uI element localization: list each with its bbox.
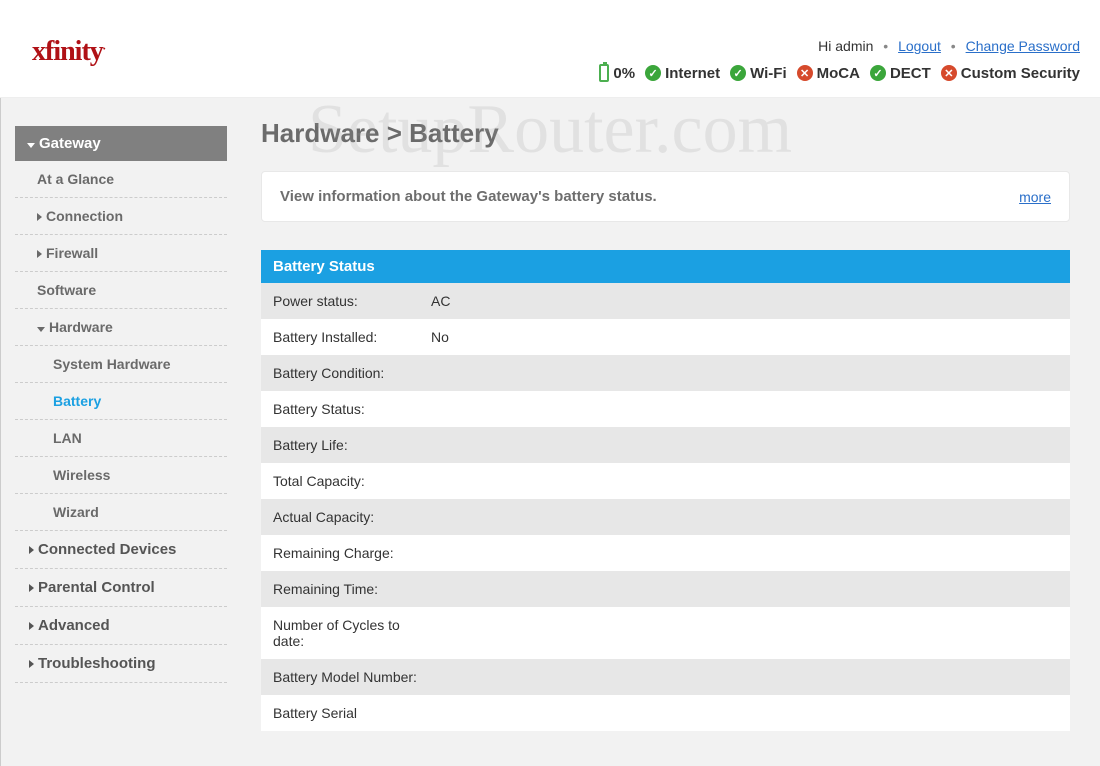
- check-icon: ✓: [645, 65, 661, 81]
- caret-right-icon: [29, 546, 34, 554]
- status-dect: ✓DECT: [870, 65, 931, 82]
- row-label: Battery Status:: [273, 401, 431, 417]
- row-label: Remaining Time:: [273, 581, 431, 597]
- change-password-link[interactable]: Change Password: [966, 38, 1080, 54]
- row-label: Power status:: [273, 293, 431, 309]
- caret-right-icon: [29, 584, 34, 592]
- info-text: View information about the Gateway's bat…: [280, 188, 657, 205]
- row-label: Battery Life:: [273, 437, 431, 453]
- row-label: Total Capacity:: [273, 473, 431, 489]
- sidebar-item-at-a-glance[interactable]: At a Glance: [15, 161, 227, 198]
- table-row: Battery Installed:No: [261, 319, 1070, 355]
- separator: •: [883, 38, 888, 54]
- check-icon: ✓: [870, 65, 886, 81]
- sidebar-item-wizard[interactable]: Wizard: [15, 494, 227, 531]
- separator: •: [951, 38, 956, 54]
- row-value: AC: [431, 293, 450, 309]
- more-link[interactable]: more: [1019, 189, 1051, 205]
- battery-status: 0%: [599, 64, 635, 82]
- row-label: Number of Cycles to date:: [273, 617, 431, 649]
- main-content: Hardware > Battery View information abou…: [231, 98, 1100, 766]
- table-row: Battery Life:: [261, 427, 1070, 463]
- sidebar-item-advanced[interactable]: Advanced: [15, 607, 227, 645]
- table-row: Remaining Time:: [261, 571, 1070, 607]
- battery-icon: [599, 64, 609, 82]
- caret-right-icon: [37, 250, 42, 258]
- row-label: Battery Model Number:: [273, 669, 431, 685]
- caret-right-icon: [29, 622, 34, 630]
- sidebar-item-connection[interactable]: Connection: [15, 198, 227, 235]
- header: xfinity. Hi admin • Logout • Change Pass…: [0, 0, 1100, 98]
- caret-down-icon: [27, 143, 35, 148]
- sidebar-item-parental-control[interactable]: Parental Control: [15, 569, 227, 607]
- sidebar-item-connected-devices[interactable]: Connected Devices: [15, 531, 227, 569]
- row-label: Battery Serial: [273, 705, 431, 721]
- table-row: Battery Status:: [261, 391, 1070, 427]
- status-wifi: ✓Wi-Fi: [730, 65, 787, 82]
- table-row: Battery Condition:: [261, 355, 1070, 391]
- sidebar-item-firewall[interactable]: Firewall: [15, 235, 227, 272]
- table-row: Battery Serial: [261, 695, 1070, 731]
- battery-percent: 0%: [613, 65, 635, 82]
- table-row: Number of Cycles to date:: [261, 607, 1070, 659]
- table-row: Total Capacity:: [261, 463, 1070, 499]
- battery-status-panel: Battery Status Power status:ACBattery In…: [261, 250, 1070, 731]
- row-value: No: [431, 329, 449, 345]
- sidebar-item-wireless[interactable]: Wireless: [15, 457, 227, 494]
- sidebar-item-lan[interactable]: LAN: [15, 420, 227, 457]
- check-icon: ✓: [730, 65, 746, 81]
- row-label: Battery Condition:: [273, 365, 431, 381]
- top-right-links: Hi admin • Logout • Change Password: [818, 38, 1080, 54]
- x-icon: ✕: [797, 65, 813, 81]
- sidebar: Gateway At a Glance Connection Firewall …: [1, 98, 231, 766]
- caret-down-icon: [37, 327, 45, 332]
- row-label: Battery Installed:: [273, 329, 431, 345]
- content-wrap: Gateway At a Glance Connection Firewall …: [0, 98, 1100, 766]
- x-icon: ✕: [941, 65, 957, 81]
- table-row: Power status:AC: [261, 283, 1070, 319]
- row-label: Remaining Charge:: [273, 545, 431, 561]
- sidebar-item-troubleshooting[interactable]: Troubleshooting: [15, 645, 227, 683]
- table-row: Remaining Charge:: [261, 535, 1070, 571]
- status-custom-security: ✕Custom Security: [941, 65, 1080, 82]
- sidebar-item-hardware[interactable]: Hardware: [15, 309, 227, 346]
- logo: xfinity.: [32, 36, 105, 68]
- sidebar-item-battery[interactable]: Battery: [15, 383, 227, 420]
- status-internet: ✓Internet: [645, 65, 720, 82]
- status-bar: 0% ✓Internet ✓Wi-Fi ✕MoCA ✓DECT ✕Custom …: [599, 64, 1080, 82]
- greeting: Hi admin: [818, 38, 873, 54]
- panel-title: Battery Status: [261, 250, 1070, 283]
- table-row: Actual Capacity:: [261, 499, 1070, 535]
- status-moca: ✕MoCA: [797, 65, 860, 82]
- sidebar-item-system-hardware[interactable]: System Hardware: [15, 346, 227, 383]
- sidebar-item-software[interactable]: Software: [15, 272, 227, 309]
- panel-rows: Power status:ACBattery Installed:NoBatte…: [261, 283, 1070, 731]
- table-row: Battery Model Number:: [261, 659, 1070, 695]
- info-box: View information about the Gateway's bat…: [261, 171, 1070, 222]
- logout-link[interactable]: Logout: [898, 38, 941, 54]
- breadcrumb: Hardware > Battery: [261, 118, 1070, 149]
- row-label: Actual Capacity:: [273, 509, 431, 525]
- sidebar-header-gateway[interactable]: Gateway: [15, 126, 227, 161]
- caret-right-icon: [29, 660, 34, 668]
- caret-right-icon: [37, 213, 42, 221]
